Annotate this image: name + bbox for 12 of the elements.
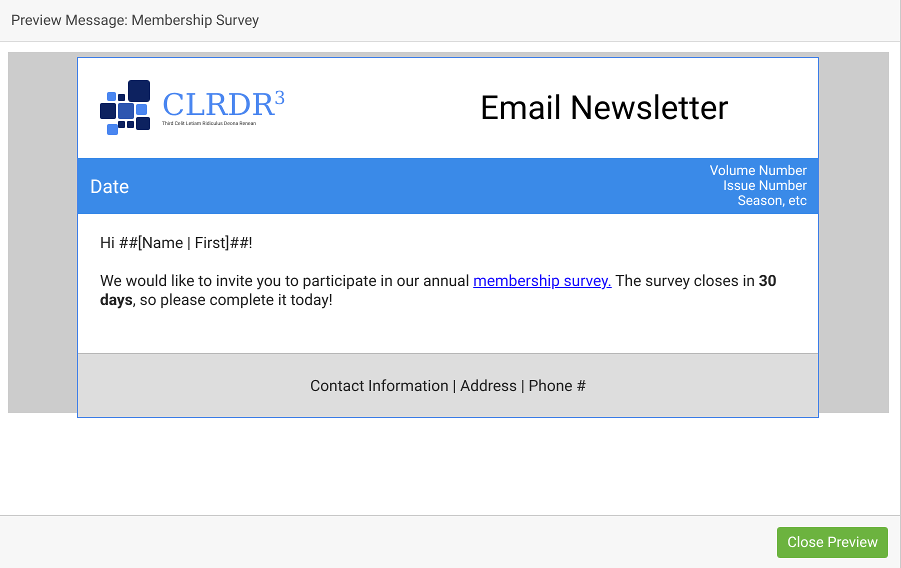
dialog-title: Preview Message: Membership Survey [11,12,259,29]
footer-text: Contact Information | Address | Phone # [310,376,586,394]
logo-icon [100,80,152,136]
banner-meta: Volume Number [710,164,807,178]
greeting: Hi ##[Name | First]##! [100,234,254,253]
message-paragraph: We would like to invite you to participate in our annual membership survey. The survey closes in 30 days, so please complete it today! [100,272,778,310]
banner-meta: Season, etc [738,194,807,208]
logo-name: CLRDR$^{3}$ [162,90,286,120]
newsletter-heading: Email Newsletter [480,88,729,128]
banner-date: Date [90,174,130,198]
survey-link[interactable]: membership survey. [473,272,612,290]
banner-meta: Issue Number [723,178,807,194]
